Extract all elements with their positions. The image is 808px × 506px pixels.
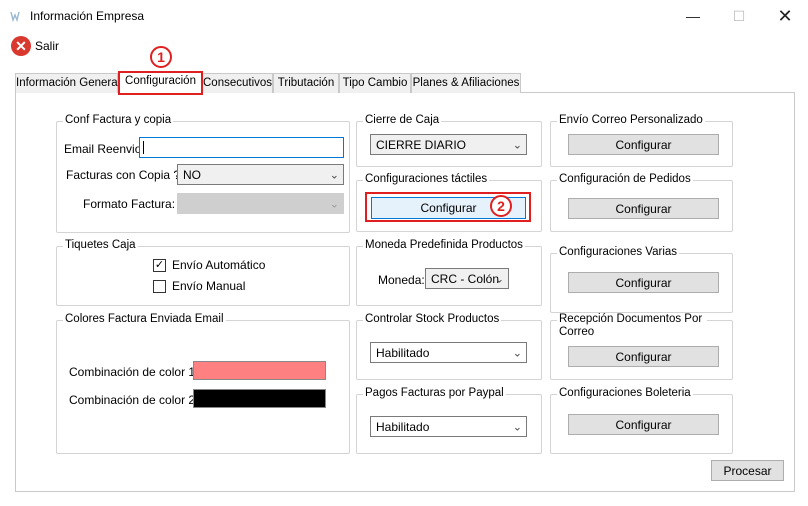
group-title: Envío Correo Personalizado (557, 114, 705, 126)
annotation-highlight-tab (118, 71, 203, 95)
chevron-down-icon: ⌄ (494, 273, 504, 285)
color1-label: Combinación de color 1: (69, 365, 199, 379)
controlar-stock-value: Habilitado (376, 345, 430, 360)
app-icon (10, 11, 20, 22)
color1-swatch[interactable] (193, 361, 326, 380)
exit-label: Salir (35, 39, 60, 53)
annotation-number-1: 1 (150, 46, 172, 68)
configurar-varias-button[interactable]: Configurar (568, 272, 719, 293)
envio-automatico-option[interactable]: ✓ Envío Automático (153, 258, 265, 272)
tab-tributacion[interactable]: Tributación (273, 73, 339, 93)
group-title: Tiquetes Caja (63, 239, 138, 251)
envio-manual-checkbox[interactable] (153, 279, 166, 293)
configurar-correo-button[interactable]: Configurar (568, 134, 719, 155)
facturas-copia-select[interactable]: NO ⌄ (177, 164, 344, 185)
group-title: Configuraciones Boleteria (557, 387, 693, 399)
group-title: Moneda Predefinida Productos (363, 239, 525, 251)
envio-manual-option[interactable]: Envío Manual (153, 279, 245, 293)
close-button[interactable]: ✕ (762, 0, 808, 32)
formato-factura-label: Formato Factura: (83, 197, 176, 211)
email-reenvio-input[interactable] (139, 137, 344, 158)
moneda-value: CRC - Colón (431, 271, 500, 286)
envio-automatico-label: Envío Automático (172, 258, 266, 272)
group-title: Configuraciones Varias (557, 246, 680, 258)
group-tiquetes-caja: Tiquetes Caja (56, 239, 350, 306)
group-title: Controlar Stock Productos (363, 313, 502, 325)
group-colores-factura: Colores Factura Enviada Email (56, 313, 350, 454)
group-title: Pagos Facturas por Paypal (363, 387, 506, 399)
chevron-down-icon: ⌄ (512, 421, 522, 433)
formato-factura-select: ⌄ (177, 193, 344, 214)
minimize-button[interactable]: — (670, 0, 716, 32)
exit-button[interactable]: ✕ Salir (11, 35, 59, 57)
chevron-down-icon: ⌄ (512, 139, 522, 151)
text-cursor (143, 141, 144, 154)
pagos-paypal-value: Habilitado (376, 419, 430, 434)
close-circle-icon: ✕ (11, 36, 31, 56)
group-title: Configuraciones táctiles (363, 173, 490, 185)
annotation-number-2: 2 (490, 195, 512, 217)
configurar-recepcion-button[interactable]: Configurar (568, 346, 719, 367)
chevron-down-icon: ⌄ (329, 169, 339, 181)
controlar-stock-select[interactable]: Habilitado ⌄ (370, 342, 527, 363)
pagos-paypal-select[interactable]: Habilitado ⌄ (370, 416, 527, 437)
cierre-caja-select[interactable]: CIERRE DIARIO ⌄ (370, 134, 527, 155)
envio-automatico-checkbox[interactable]: ✓ (153, 258, 166, 272)
facturas-copia-label: Facturas con Copia ? (66, 168, 181, 182)
procesar-button[interactable]: Procesar (711, 460, 784, 481)
configurar-pedidos-button[interactable]: Configurar (568, 198, 719, 219)
configurar-boleteria-button[interactable]: Configurar (568, 414, 719, 435)
moneda-label: Moneda: (378, 273, 425, 287)
tab-informacion-general[interactable]: Información General (15, 73, 120, 93)
color2-swatch[interactable] (193, 389, 326, 408)
tab-planes-afiliaciones[interactable]: Planes & Afiliaciones (411, 73, 521, 93)
group-title: Configuración de Pedidos (557, 173, 693, 185)
group-title: Recepción Documentos Por Correo (557, 313, 707, 339)
tab-tipo-cambio[interactable]: Tipo Cambio (339, 73, 411, 93)
group-title: Conf Factura y copia (63, 114, 174, 126)
tab-consecutivos[interactable]: Consecutivos (202, 73, 273, 93)
chevron-down-icon: ⌄ (329, 198, 339, 210)
group-title: Cierre de Caja (363, 114, 442, 126)
group-title: Colores Factura Enviada Email (63, 313, 226, 325)
cierre-caja-value: CIERRE DIARIO (376, 137, 467, 152)
facturas-copia-value: NO (183, 167, 201, 182)
moneda-select[interactable]: CRC - Colón ⌄ (425, 268, 509, 289)
email-reenvio-label: Email Reenvio: (64, 142, 145, 156)
envio-manual-label: Envío Manual (172, 279, 246, 293)
color2-label: Combinación de color 2: (69, 393, 199, 407)
window-title: Información Empresa (30, 9, 145, 23)
maximize-button[interactable]: ☐ (716, 0, 762, 32)
chevron-down-icon: ⌄ (512, 347, 522, 359)
